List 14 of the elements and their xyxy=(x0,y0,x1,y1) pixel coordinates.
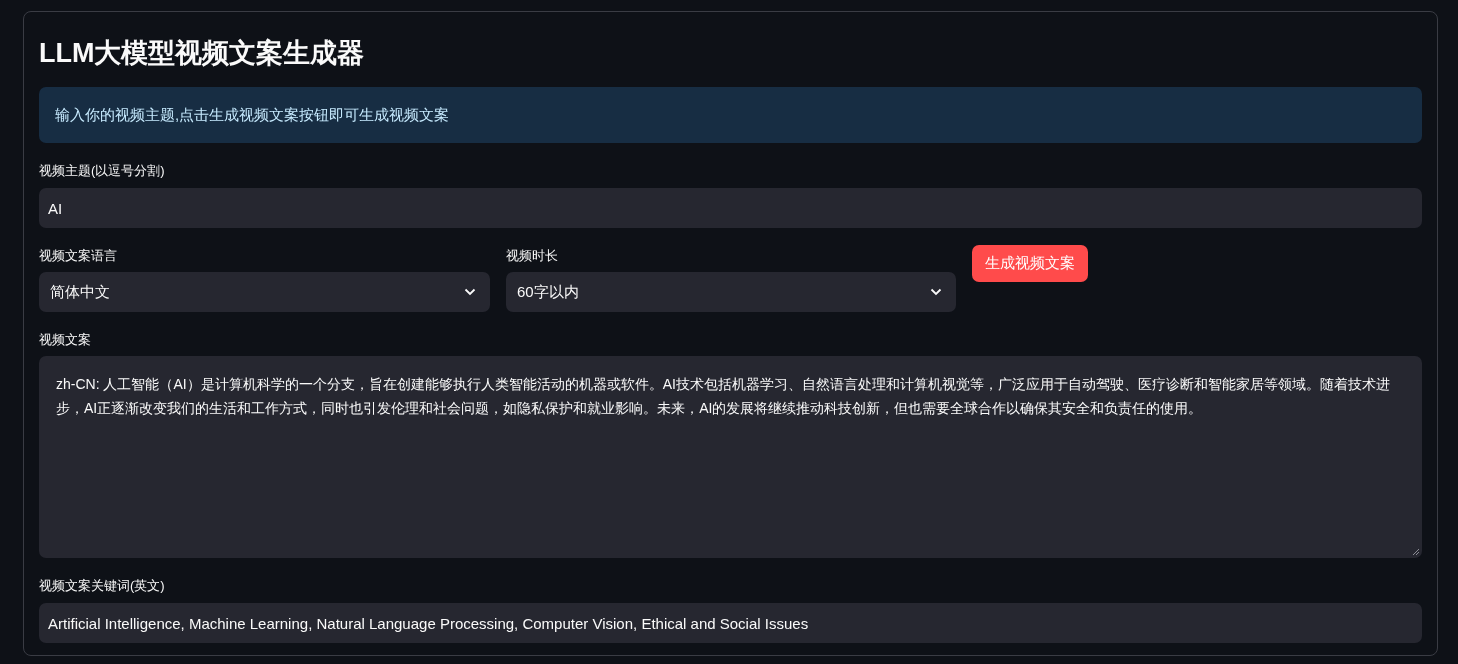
info-message: 输入你的视频主题,点击生成视频文案按钮即可生成视频文案 xyxy=(39,87,1422,143)
keywords-input-field[interactable]: Artificial Intelligence, Machine Learning, Natural Language Processing, Computer Vision, Ethical and Social Issues xyxy=(39,603,1422,643)
field-label: 视频文案语言 xyxy=(39,248,118,264)
dropdown[interactable]: 60字以内 xyxy=(506,272,956,312)
resize-handle-icon[interactable] xyxy=(1412,548,1420,556)
dropdown[interactable]: 简体中文 xyxy=(39,272,490,312)
text-area[interactable]: zh-CN: 人工智能（AI）是计算机科学的一个分支，旨在创建能够执行人类智能活动的机器或软件。AI技术包括机器学习、自然语言处理和计算机视觉等，广泛应用于自动驾驶、医疗诊断和智能家居等领域。随着技术进步，AI正逐渐改变我们的生活和工作方式，同时也引发伦理和社会问题，如隐私保护和就业影响。未来，AI的发展将继续推动科技创新，但也需要全球合作以确保其安全和负责任的使用。 xyxy=(39,356,1422,558)
topic-input-field[interactable]: AI xyxy=(39,188,1422,228)
field-label: 视频主题(以逗号分割) xyxy=(39,163,166,179)
field-label: 视频文案 xyxy=(39,332,92,348)
field-label: 视频文案关键词(英文) xyxy=(39,578,166,594)
chevron-down-icon xyxy=(930,288,942,296)
field-label: 视频时长 xyxy=(506,248,559,264)
chevron-down-icon xyxy=(464,288,476,296)
